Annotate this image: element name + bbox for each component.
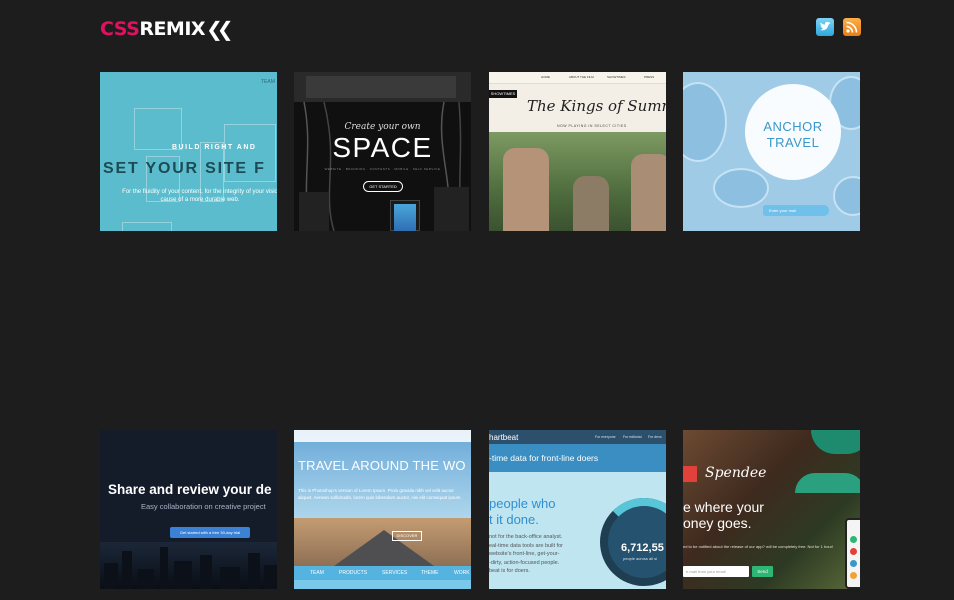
app-category-dot bbox=[850, 560, 857, 567]
map-shape bbox=[713, 168, 769, 208]
building bbox=[138, 569, 154, 589]
twitter-icon bbox=[820, 21, 831, 31]
get-started-button: GET STARTED bbox=[363, 181, 403, 192]
twitter-link[interactable] bbox=[816, 18, 834, 36]
body-line: website's front-line, get-your- bbox=[489, 551, 560, 557]
spendee-logo-icon bbox=[683, 466, 697, 482]
gallery-tile-6[interactable]: TRAVEL AROUND THE WO This is Photoshop's… bbox=[294, 430, 471, 589]
nav-item: PRESS bbox=[644, 75, 655, 79]
tile-nav: WEBSITE · BRANDING · CONTENTS · MOBILE ·… bbox=[324, 167, 441, 171]
trial-button: Get started with a free 30-day trial bbox=[170, 527, 250, 538]
menu-item: WORK bbox=[454, 570, 470, 576]
menu-item: SERVICES bbox=[382, 570, 408, 576]
tile-title: The Kings of Summer bbox=[527, 97, 666, 115]
building bbox=[264, 565, 277, 589]
nav-item: For editorial bbox=[623, 435, 642, 439]
body-line: not for the back-office analyst. bbox=[489, 534, 563, 540]
logo-remix-text: REMIX bbox=[139, 18, 206, 40]
gallery-tile-8[interactable]: Spendee e where your oney goes. ed to be… bbox=[683, 430, 860, 589]
umbrella-shape bbox=[795, 473, 860, 493]
map-shape bbox=[833, 176, 860, 216]
menu-item: TEAM bbox=[310, 570, 324, 576]
tile-kicker: BUILD RIGHT AND bbox=[172, 144, 257, 151]
tile-headline: SPACE bbox=[332, 132, 433, 163]
hero-text: -time data for front-line doers bbox=[489, 453, 599, 463]
gallery-tile-4[interactable]: ANCHOR TRAVEL Enter your mail bbox=[683, 72, 860, 231]
person-figure bbox=[573, 176, 609, 231]
body-line: eal-time data tools are built for bbox=[489, 542, 563, 549]
rss-icon bbox=[846, 21, 858, 33]
map-shape bbox=[683, 82, 727, 162]
person-figure bbox=[631, 154, 666, 231]
building bbox=[122, 551, 132, 589]
discover-button: DISCOVER bbox=[392, 531, 422, 541]
movie-still-photo bbox=[489, 132, 666, 231]
app-category-dot bbox=[850, 572, 857, 579]
gallery-tile-1[interactable]: TEAM BUILD RIGHT AND SET YOUR SITE F For… bbox=[100, 72, 277, 231]
headline-line-2: t it done. bbox=[489, 512, 539, 527]
rss-link[interactable] bbox=[843, 18, 861, 36]
showtimes-tag: SHOWTIMES bbox=[489, 90, 517, 98]
menu-item: THEME bbox=[421, 570, 439, 576]
site-menu: TEAM PRODUCTS SERVICES THEME WORK bbox=[294, 566, 471, 580]
tile-headline: SET YOUR SITE F bbox=[103, 160, 266, 177]
headline-line-1: e where your bbox=[683, 499, 764, 515]
phone-screen bbox=[394, 204, 416, 231]
brand-name: hartbeat bbox=[489, 433, 519, 442]
site-footer-bar bbox=[294, 580, 471, 589]
css-remix-logo[interactable]: CSS REMIX ❮❮ bbox=[100, 17, 233, 41]
tile-subtitle: NOW PLAYING IN SELECT CITIES bbox=[557, 124, 627, 128]
person-figure bbox=[503, 148, 549, 231]
tile-subline: Easy collaboration on creative project bbox=[141, 502, 266, 511]
site-header-bar bbox=[294, 430, 471, 442]
headline-line-2: oney goes. bbox=[683, 515, 752, 531]
nav-item: SHOWTIMES bbox=[607, 75, 626, 79]
tile-body: For the fluidity of your content, for th… bbox=[122, 189, 277, 203]
bottle-text: Enter your mail bbox=[769, 208, 796, 213]
nav-item: For devs bbox=[648, 435, 662, 439]
email-field: e-mail from your email bbox=[683, 566, 749, 577]
site-nav: HOME ABOUT THE FILM SHOWTIMES PRESS bbox=[489, 72, 666, 84]
building bbox=[220, 567, 240, 589]
gallery-tile-3[interactable]: HOME ABOUT THE FILM SHOWTIMES PRESS SHOW… bbox=[489, 72, 666, 231]
building bbox=[248, 553, 260, 589]
counter-label: people across all si bbox=[623, 556, 658, 561]
logo-css-text: CSS bbox=[100, 18, 140, 40]
menu-item: PRODUCTS bbox=[339, 570, 368, 576]
brand-line-2: TRAVEL bbox=[766, 135, 820, 150]
css-remix-gallery-page: CSS REMIX ❮❮ TEAM BUILD RIGHT AND SET YO… bbox=[0, 0, 954, 600]
body-line: -dirty, action-focused people. bbox=[489, 559, 560, 566]
tile-intro: Create your own bbox=[344, 122, 421, 132]
brand-name: Spendee bbox=[705, 465, 767, 481]
tile-body: ed to be notified about the release of o… bbox=[683, 544, 834, 549]
gallery-tile-7[interactable]: hartbeat For everyone For editorial For … bbox=[489, 430, 666, 589]
building bbox=[160, 547, 168, 589]
tile-headline: Share and review your de bbox=[108, 482, 272, 497]
phone-image bbox=[390, 200, 420, 231]
gallery-tile-2[interactable]: Create your own SPACE WEBSITE · BRANDING… bbox=[294, 72, 471, 231]
building bbox=[174, 561, 192, 589]
city-skyline bbox=[100, 542, 277, 589]
tile-body: This is Photoshop's version of Lorem Ips… bbox=[298, 488, 462, 500]
send-button: Send bbox=[752, 566, 773, 577]
app-category-dot bbox=[850, 536, 857, 543]
app-category-dot bbox=[850, 548, 857, 555]
wireframe-outline bbox=[122, 222, 172, 231]
building bbox=[104, 563, 118, 589]
counter-value: 6,712,55 bbox=[621, 542, 664, 554]
tile-headline: TRAVEL AROUND THE WO bbox=[298, 458, 466, 473]
headline-line-1: people who bbox=[489, 496, 556, 511]
site-nav: hartbeat For everyone For editorial For … bbox=[489, 430, 666, 444]
logo-chevron-icon: ❮❮ bbox=[206, 17, 233, 41]
brand-line-1: ANCHOR bbox=[763, 119, 823, 134]
nav-item: For everyone bbox=[595, 435, 616, 439]
body-line: beat is for doers. bbox=[489, 568, 530, 574]
sky-background bbox=[294, 430, 471, 518]
building bbox=[200, 555, 212, 589]
nav-item: HOME bbox=[541, 75, 550, 79]
gallery-tile-5[interactable]: Share and review your de Easy collaborat… bbox=[100, 430, 277, 589]
nav-item: ABOUT THE FILM bbox=[569, 75, 594, 79]
tile-corner-label: TEAM bbox=[261, 79, 275, 85]
phone-image bbox=[845, 518, 860, 589]
